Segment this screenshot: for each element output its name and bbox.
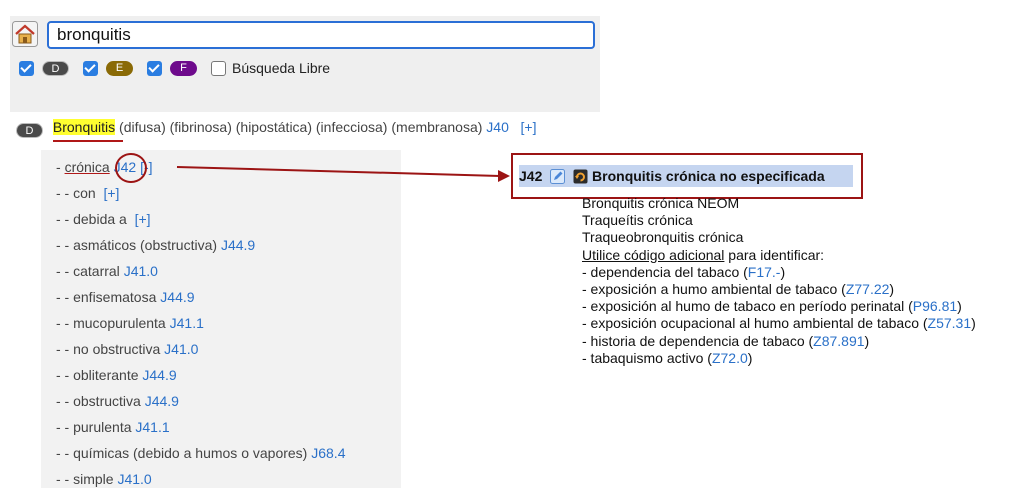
inclusion-item: Traqueítis crónica — [582, 212, 693, 229]
code-link[interactable]: Z72.0 — [712, 350, 748, 366]
detail-code: J42 — [519, 168, 543, 184]
detail-title: Bronquitis crónica no especificada — [592, 168, 825, 184]
code-detail-box: J42 Bronquitis crónica no especificada — [511, 153, 863, 199]
additional-code-item: - exposición al humo de tabaco en períod… — [582, 298, 962, 315]
additional-code-item: - exposición ocupacional al humo ambient… — [582, 315, 976, 332]
use-additional-note: Utilice código adicional para identifica… — [582, 246, 825, 263]
inclusion-item: Bronquitis crónica NEOM — [582, 195, 740, 211]
edit-note-icon[interactable] — [550, 169, 566, 184]
refresh-icon[interactable] — [573, 169, 588, 184]
code-link[interactable]: Z77.22 — [846, 281, 890, 297]
additional-code-item: - dependencia del tabaco (F17.-) — [582, 263, 786, 280]
additional-code-item: - tabaquismo activo (Z72.0) — [582, 349, 753, 366]
additional-code-item: - historia de dependencia de tabaco (Z87… — [582, 332, 870, 349]
code-detail-header: J42 Bronquitis crónica no especificada — [519, 165, 853, 187]
code-link[interactable]: F17.- — [748, 264, 781, 280]
code-link[interactable]: Z87.891 — [813, 333, 864, 349]
code-link[interactable]: P96.81 — [913, 298, 957, 314]
inclusion-item: Traqueobronquitis crónica — [582, 229, 744, 246]
additional-code-item: - exposición a humo ambiental de tabaco … — [582, 281, 895, 298]
code-detail-body: Bronquitis crónica NEOM Traqueítis cróni… — [582, 195, 976, 367]
code-link[interactable]: Z57.31 — [928, 315, 972, 331]
